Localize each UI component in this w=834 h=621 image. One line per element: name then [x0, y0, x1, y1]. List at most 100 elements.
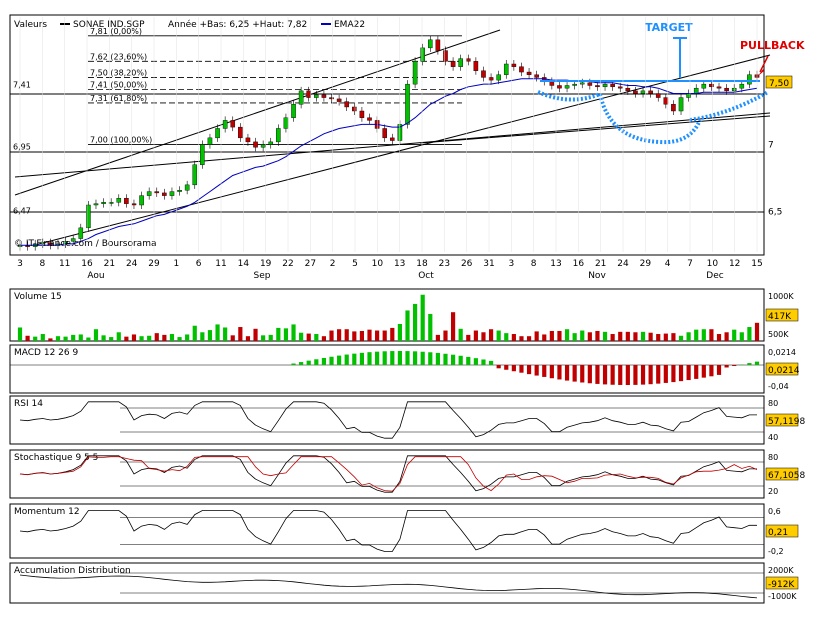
volume-bar [344, 329, 349, 341]
volume-bar [557, 330, 562, 341]
volume-bar [473, 330, 478, 341]
candle [169, 191, 175, 196]
volume-bar [488, 329, 494, 341]
month-label: Sep [254, 271, 271, 281]
candle [222, 120, 228, 129]
fib-label: 7,31 (61,80%) [90, 94, 147, 103]
x-tick: 6 [196, 259, 202, 269]
volume-bar [633, 332, 638, 341]
volume-bar [192, 325, 197, 341]
panel-frame [9, 503, 765, 559]
volume-bar [314, 334, 319, 341]
volume-bar [71, 334, 76, 341]
candle [390, 137, 395, 141]
candle [283, 117, 289, 129]
stochastic-last-value: 67,1058 [768, 471, 805, 481]
macd-bar [367, 352, 372, 365]
momentum-panel: Momentum 12 0,6 -0,2 0,21 [9, 503, 799, 559]
month-label: Dec [706, 271, 723, 281]
volume-bar [223, 327, 228, 341]
volume-bar [177, 337, 182, 341]
volume-bar [663, 333, 668, 341]
candle [435, 39, 441, 51]
candle [200, 144, 205, 165]
x-tick: 19 [260, 259, 272, 269]
volume-bar [245, 336, 251, 341]
volume-bar [716, 334, 722, 341]
volume-bar [504, 333, 509, 341]
volume-bar [116, 332, 121, 341]
volume-bar [694, 329, 699, 341]
x-tick: 13 [394, 259, 405, 269]
candle [724, 87, 729, 92]
macd-bar [352, 353, 357, 365]
macd-bar [519, 365, 524, 373]
x-tick: 29 [640, 259, 652, 269]
stochastic-label: Stochastique 9 5 5 [14, 453, 98, 463]
macd-panel: MACD 12 26 9 0,0214 -0,04 0,0214 [9, 344, 800, 394]
volume-bar [534, 331, 539, 341]
x-tick: 12 [729, 259, 740, 269]
volume-bar [549, 330, 554, 341]
candle [716, 86, 722, 89]
macd-bar [694, 365, 699, 379]
macd-bar [420, 351, 425, 365]
candle [633, 90, 638, 94]
header-ema: EMA22 [334, 20, 365, 30]
volume-bar [625, 331, 630, 341]
candle [564, 85, 570, 89]
price-tick: 7 [768, 141, 774, 151]
candle [291, 104, 296, 118]
volume-bar [261, 335, 266, 341]
candle [116, 198, 122, 203]
header-symbol: SONAE IND.SGP [73, 20, 145, 30]
accumulation-tick: 2000K [768, 566, 794, 575]
volume-bar [739, 332, 744, 341]
candle [276, 128, 281, 143]
x-tick: 21 [104, 259, 115, 269]
volume-bar [602, 331, 608, 341]
volume-bar [352, 331, 357, 341]
volume-bar [169, 334, 175, 341]
macd-bar [557, 365, 562, 380]
volume-bar [291, 324, 296, 341]
volume-bar [276, 327, 281, 341]
volume-bar [63, 336, 68, 341]
candle [344, 101, 350, 108]
candle [503, 63, 509, 75]
volume-bar [724, 332, 729, 341]
x-tick: 11 [59, 259, 70, 269]
candle [321, 94, 327, 98]
stochastic-panel: Stochastique 9 5 5 80 20 67,1058 [9, 449, 805, 499]
volume-bar [466, 334, 471, 341]
macd-bar [435, 352, 440, 365]
candle [78, 227, 84, 239]
volume-bar [519, 336, 524, 341]
volume-bar [458, 328, 463, 341]
macd-bar [549, 365, 554, 379]
x-tick: 16 [81, 259, 93, 269]
volume-bar [413, 303, 418, 341]
macd-bar [724, 365, 729, 368]
volume-panel: Volume 15 1000K 500K 417K [9, 288, 799, 342]
volume-bar [542, 334, 547, 341]
volume-bar [17, 327, 23, 341]
volume-bar [337, 329, 342, 341]
candle [260, 144, 266, 148]
macd-bar [337, 355, 342, 365]
macd-bar [344, 354, 349, 365]
candle [382, 128, 387, 139]
price-level-label: 6,47 [13, 207, 31, 216]
volume-bar [329, 330, 334, 341]
volume-bar [709, 329, 714, 341]
candle [101, 202, 106, 204]
volume-bar [253, 328, 258, 341]
candle [625, 87, 631, 92]
macd-bar [580, 365, 585, 383]
macd-last-value: 0,0214 [768, 366, 800, 376]
macd-bar [375, 351, 380, 365]
candle [640, 90, 646, 94]
x-tick: 4 [665, 259, 671, 269]
candle [678, 97, 684, 112]
macd-bar [595, 365, 600, 384]
